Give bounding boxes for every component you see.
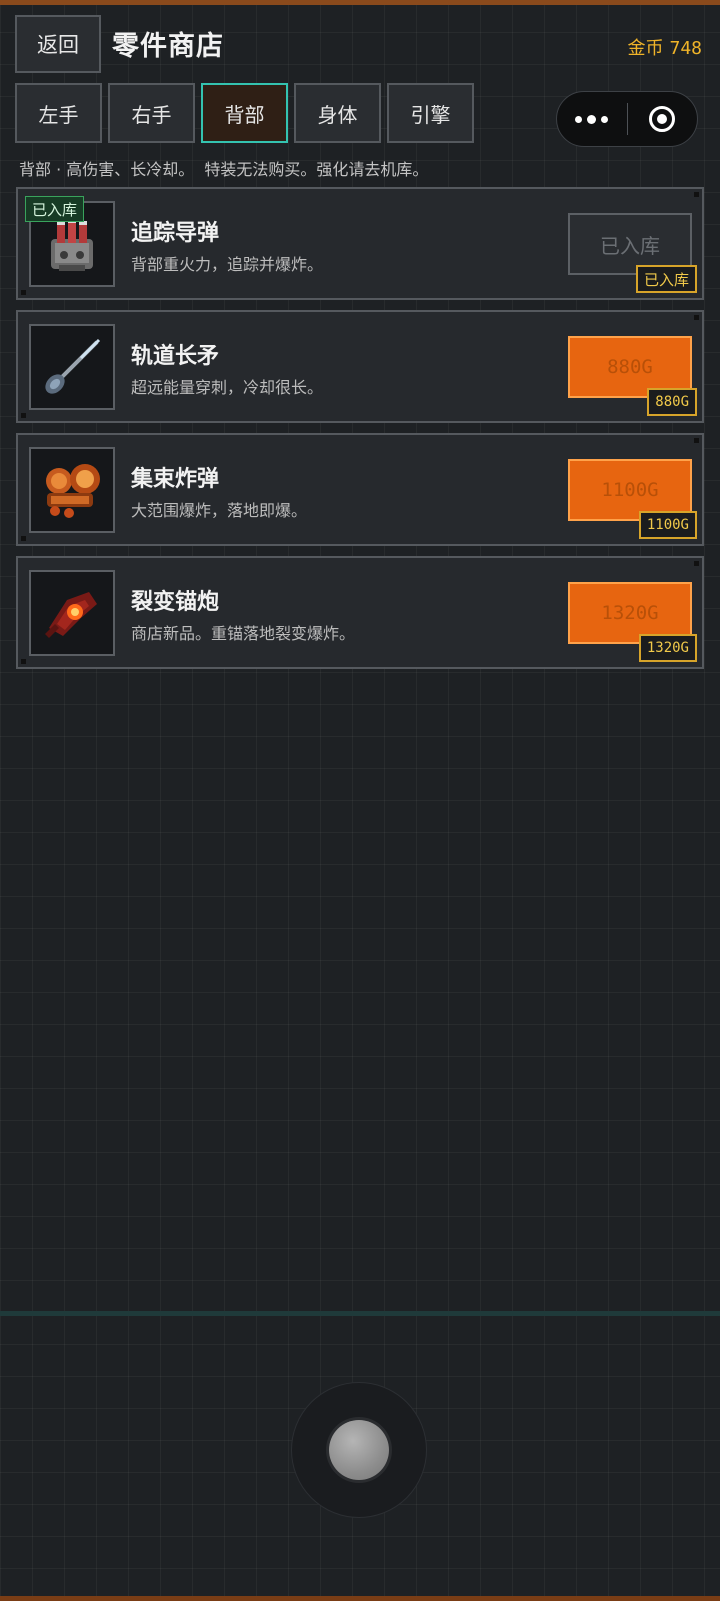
tab-right-hand[interactable]: 右手 xyxy=(108,83,195,143)
item-description: 超远能量穿刺，冷却很长。 xyxy=(131,378,324,397)
item-name: 轨道长矛 xyxy=(131,344,220,369)
target-icon xyxy=(649,106,676,132)
card-corner xyxy=(21,536,26,541)
tab-back[interactable]: 背部 xyxy=(201,83,288,143)
item-thumbnail xyxy=(29,570,115,656)
back-button[interactable]: 返回 xyxy=(15,15,101,73)
item-name: 裂变锚炮 xyxy=(131,590,220,615)
tab-left-hand[interactable]: 左手 xyxy=(15,83,102,143)
stored-tag: 已入库 xyxy=(635,265,697,293)
gold-label: 金币 xyxy=(627,38,664,59)
price-tag: 1100G xyxy=(638,511,697,539)
more-dots-icon xyxy=(575,115,583,123)
card-corner xyxy=(694,192,699,197)
category-description: 背部 · 高伤害、长冷却。 特装无法购买。强化请去机库。 xyxy=(19,160,429,179)
top-accent-bar xyxy=(0,0,720,5)
item-description: 大范围爆炸，落地即爆。 xyxy=(131,501,308,520)
gold-value: 748 xyxy=(669,38,702,59)
stored-badge: 已入库 xyxy=(25,196,85,222)
card-corner xyxy=(21,413,26,418)
lance-icon xyxy=(45,338,101,394)
page-title: 零件商店 xyxy=(112,31,224,62)
card-corner xyxy=(694,315,699,320)
mini-program-capsule xyxy=(556,91,698,147)
joystick-knob[interactable] xyxy=(329,1420,389,1480)
item-thumbnail xyxy=(29,324,115,410)
close-target-button[interactable] xyxy=(628,92,698,146)
item-card-orbital-lance: 轨道长矛 超远能量穿刺，冷却很长。 880G 880G xyxy=(16,310,704,423)
more-dot-mid xyxy=(587,114,597,124)
card-corner xyxy=(694,561,699,566)
item-card-fission-anchor: 裂变锚炮 商店新品。重锚落地裂变爆炸。 1320G 1320G xyxy=(16,556,704,669)
price-tag: 1320G xyxy=(638,634,697,662)
more-menu-button[interactable] xyxy=(557,92,627,146)
item-card-tracking-missile: 已入库 追踪导弹 背部重火力，追踪并爆炸。 已入库 已入库 xyxy=(16,187,704,300)
screen-divider xyxy=(0,1311,720,1316)
target-dot xyxy=(657,114,668,124)
tab-body[interactable]: 身体 xyxy=(294,83,381,143)
virtual-joystick[interactable] xyxy=(291,1382,427,1518)
card-corner xyxy=(694,438,699,443)
item-description: 商店新品。重锚落地裂变爆炸。 xyxy=(131,624,356,643)
item-card-cluster-bomb: 集束炸弹 大范围爆炸，落地即爆。 1100G 1100G xyxy=(16,433,704,546)
price-tag: 880G xyxy=(647,388,697,416)
more-dot-right xyxy=(601,115,609,123)
item-description: 背部重火力，追踪并爆炸。 xyxy=(131,255,324,274)
category-tabs: 左手 右手 背部 身体 引擎 xyxy=(15,83,474,143)
anchor-cannon-icon xyxy=(45,592,97,638)
card-corner xyxy=(21,290,26,295)
cluster-bomb-icon xyxy=(46,464,100,518)
gold-balance: 金币 748 xyxy=(621,34,702,60)
item-name: 追踪导弹 xyxy=(131,221,220,246)
card-corner xyxy=(21,659,26,664)
bottom-accent-bar xyxy=(0,1596,720,1601)
tab-engine[interactable]: 引擎 xyxy=(387,83,474,143)
item-name: 集束炸弹 xyxy=(131,467,220,492)
item-thumbnail xyxy=(29,447,115,533)
